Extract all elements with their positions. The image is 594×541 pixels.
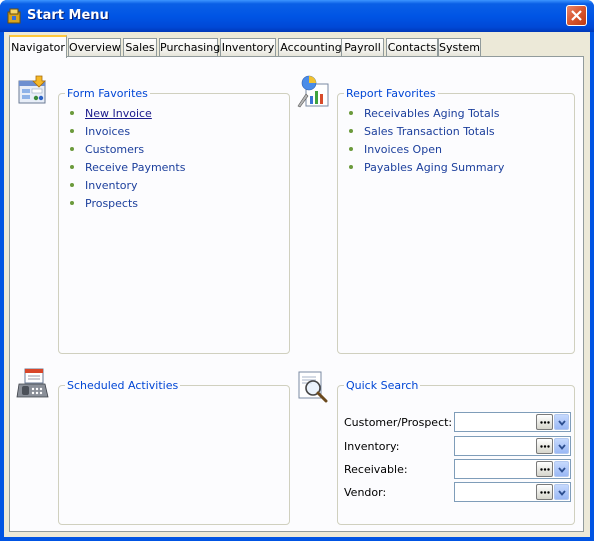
report-favorites-icon: [297, 75, 329, 108]
tab-payroll[interactable]: Payroll: [341, 38, 384, 57]
bullet-icon: [70, 183, 74, 187]
form-favorites-title: Form Favorites: [65, 87, 150, 100]
chevron-down-icon: [558, 444, 566, 450]
tab-contacts[interactable]: Contacts: [386, 38, 438, 57]
customer-prospect-row: Customer/Prospect:: [344, 412, 571, 432]
link-label: Receivables Aging Totals: [364, 106, 500, 120]
title-bar[interactable]: Start Menu: [0, 0, 594, 32]
ellipsis-icon: [540, 421, 550, 424]
link-label: Prospects: [85, 196, 139, 210]
receivable-field[interactable]: [454, 459, 571, 479]
tab-overview[interactable]: Overview: [68, 38, 121, 57]
link-payables-aging-summary[interactable]: Payables Aging Summary: [346, 158, 504, 176]
link-invoices[interactable]: Invoices: [67, 122, 185, 140]
tab-accounting[interactable]: Accounting: [278, 38, 344, 57]
link-label: Payables Aging Summary: [364, 160, 505, 174]
link-label: Customers: [85, 142, 145, 156]
receivable-lookup-button[interactable]: [536, 461, 553, 477]
inventory-row: Inventory:: [344, 436, 571, 456]
link-label: Inventory: [85, 178, 138, 192]
start-menu-window: Start Menu Navigator Overview Sales Purc…: [0, 0, 594, 541]
link-label: Sales Transaction Totals: [364, 124, 495, 138]
window-client-area: Navigator Overview Sales Purchasing Inve…: [4, 32, 590, 537]
link-receive-payments[interactable]: Receive Payments: [67, 158, 185, 176]
ellipsis-icon: [540, 445, 550, 448]
tab-navigator[interactable]: Navigator: [9, 35, 67, 58]
link-label: Receive Payments: [85, 160, 186, 174]
scheduled-activities-group: Scheduled Activities: [58, 379, 290, 525]
bullet-icon: [70, 201, 74, 205]
tab-purchasing[interactable]: Purchasing: [159, 38, 220, 57]
link-label: Invoices: [85, 124, 131, 138]
customer-prospect-dropdown-button[interactable]: [554, 414, 569, 430]
vendor-field[interactable]: [454, 482, 571, 502]
vendor-dropdown-button[interactable]: [554, 484, 569, 500]
vendor-label: Vendor:: [344, 486, 387, 499]
scheduled-activities-title: Scheduled Activities: [65, 379, 181, 392]
inventory-label: Inventory:: [344, 440, 400, 453]
chevron-down-icon: [558, 467, 566, 473]
link-receivables-aging-totals[interactable]: Receivables Aging Totals: [346, 104, 504, 122]
chevron-down-icon: [558, 490, 566, 496]
customer-prospect-label: Customer/Prospect:: [344, 416, 453, 429]
link-sales-transaction-totals[interactable]: Sales Transaction Totals: [346, 122, 504, 140]
customer-prospect-field[interactable]: [454, 412, 571, 432]
report-favorites-group: Report Favorites Receivables Aging Total…: [337, 87, 575, 354]
chevron-down-icon: [558, 420, 566, 426]
bullet-icon: [349, 111, 353, 115]
receivable-dropdown-button[interactable]: [554, 461, 569, 477]
app-icon: [7, 8, 21, 24]
window-title: Start Menu: [27, 8, 109, 23]
bullet-icon: [70, 111, 74, 115]
link-inventory[interactable]: Inventory: [67, 176, 185, 194]
form-favorites-group: Form Favorites New Invoice Invoices Cust…: [58, 87, 290, 354]
bullet-icon: [349, 147, 353, 151]
quick-search-title: Quick Search: [344, 379, 421, 392]
bullet-icon: [70, 129, 74, 133]
inventory-dropdown-button[interactable]: [554, 438, 569, 454]
bullet-icon: [349, 165, 353, 169]
bullet-icon: [70, 165, 74, 169]
vendor-lookup-button[interactable]: [536, 484, 553, 500]
close-icon: [571, 10, 582, 21]
tab-sales[interactable]: Sales: [123, 38, 157, 57]
tab-inventory[interactable]: Inventory: [220, 38, 276, 57]
link-customers[interactable]: Customers: [67, 140, 185, 158]
navigator-panel: Form Favorites New Invoice Invoices Cust…: [9, 56, 584, 532]
form-favorites-icon: [18, 75, 46, 104]
close-button[interactable]: [566, 5, 587, 26]
tab-system[interactable]: System: [438, 38, 481, 57]
report-favorites-title: Report Favorites: [344, 87, 438, 100]
form-favorites-list: New Invoice Invoices Customers Receive P…: [67, 104, 185, 212]
ellipsis-icon: [540, 468, 550, 471]
receivable-label: Receivable:: [344, 463, 408, 476]
receivable-row: Receivable:: [344, 459, 571, 479]
inventory-field[interactable]: [454, 436, 571, 456]
link-label: New Invoice: [85, 106, 152, 120]
link-new-invoice[interactable]: New Invoice: [67, 104, 185, 122]
bullet-icon: [70, 147, 74, 151]
quick-search-group: Quick Search Customer/Prospect: Inventor…: [337, 379, 575, 525]
link-prospects[interactable]: Prospects: [67, 194, 185, 212]
report-favorites-list: Receivables Aging Totals Sales Transacti…: [346, 104, 504, 176]
customer-prospect-lookup-button[interactable]: [536, 414, 553, 430]
vendor-row: Vendor:: [344, 482, 571, 502]
bullet-icon: [349, 129, 353, 133]
inventory-lookup-button[interactable]: [536, 438, 553, 454]
quick-search-icon: [298, 371, 328, 403]
scheduled-activities-icon: [16, 368, 49, 398]
ellipsis-icon: [540, 491, 550, 494]
link-invoices-open[interactable]: Invoices Open: [346, 140, 504, 158]
link-label: Invoices Open: [364, 142, 442, 156]
